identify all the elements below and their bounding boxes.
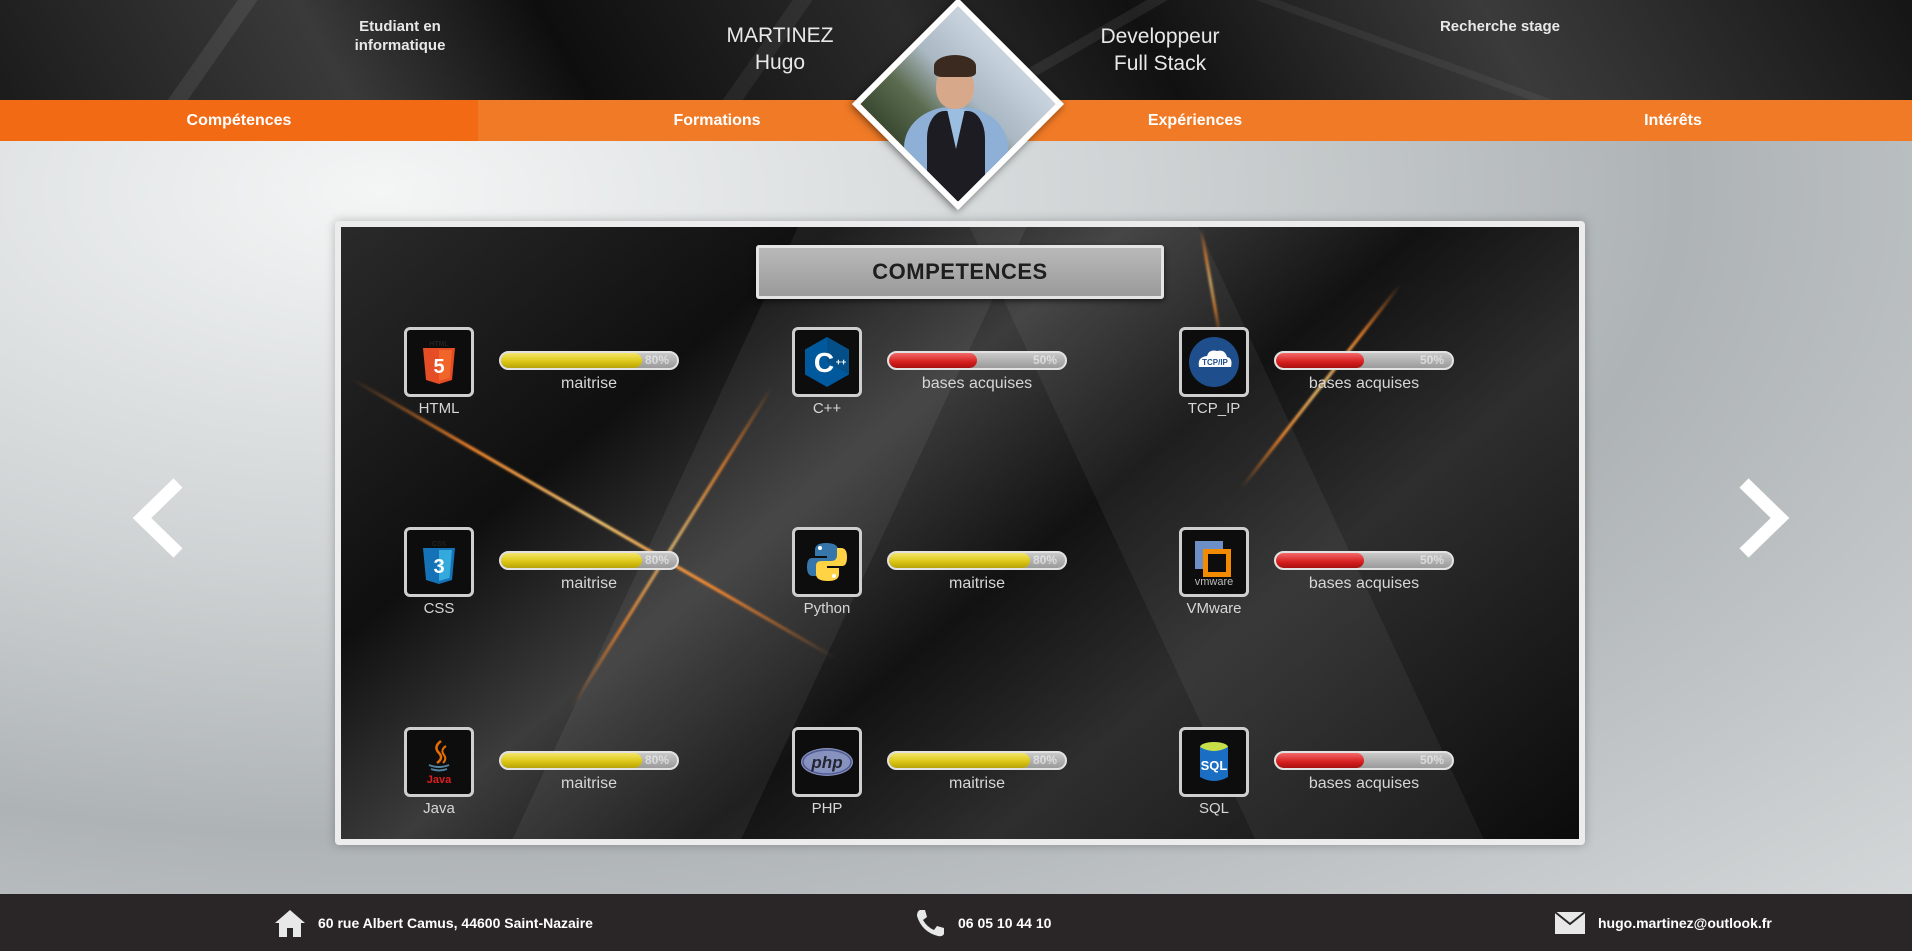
skill-percent: 50% <box>1419 553 1444 567</box>
footer-phone: 06 05 10 44 10 <box>914 908 1051 938</box>
previous-arrow-icon[interactable] <box>130 478 190 558</box>
footer-address: 60 rue Albert Camus, 44600 Saint-Nazaire <box>274 908 593 938</box>
skill-percent: 50% <box>1419 353 1444 367</box>
phone-text[interactable]: 06 05 10 44 10 <box>958 915 1051 931</box>
svg-text:HTML: HTML <box>429 341 449 348</box>
python-icon <box>792 527 862 597</box>
skill-name: TCP_IP <box>1187 400 1241 417</box>
skill-level: bases acquises <box>1308 575 1420 592</box>
skill-level: maitrise <box>560 775 617 792</box>
status-line-1: Etudiant en <box>359 18 441 35</box>
skill-level: maitrise <box>948 775 1005 792</box>
vmware-icon: vmware <box>1179 527 1249 597</box>
html5-icon: HTML 5 <box>404 327 474 397</box>
skills-panel: COMPETENCES HTML 5 HTML 80% maitrise C +… <box>335 221 1585 845</box>
last-name: MARTINEZ <box>726 24 834 47</box>
job-title: Developpeur Full Stack <box>1070 23 1250 77</box>
java-icon: Java <box>404 727 474 797</box>
svg-text:Java: Java <box>427 774 452 786</box>
home-icon <box>274 908 306 938</box>
skill-progress-bar: 50% <box>1274 751 1454 770</box>
skill-cplusplus: C ++ C++ 50% bases acquises <box>792 327 1152 427</box>
skill-sql: SQL SQL 50% bases acquises <box>1179 727 1539 827</box>
phone-icon <box>914 908 946 938</box>
skill-java: Java Java 80% maitrise <box>404 727 764 827</box>
skill-progress-bar: 80% <box>499 751 679 770</box>
address-text: 60 rue Albert Camus, 44600 Saint-Nazaire <box>318 914 593 931</box>
skill-progress-bar: 50% <box>1274 551 1454 570</box>
svg-text:5: 5 <box>433 356 444 378</box>
skill-percent: 80% <box>644 553 669 567</box>
svg-text:++: ++ <box>836 357 847 367</box>
skill-css: CSS 3 CSS 80% maitrise <box>404 527 764 627</box>
skill-name: C++ <box>812 400 842 417</box>
cplusplus-icon: C ++ <box>792 327 862 397</box>
skill-percent: 50% <box>1032 353 1057 367</box>
skill-progress-bar: 80% <box>887 551 1067 570</box>
job-title-line-2: Full Stack <box>1113 52 1207 75</box>
svg-text:TCP/IP: TCP/IP <box>1202 358 1228 367</box>
status-line-2: informatique <box>354 37 446 54</box>
svg-text:3: 3 <box>433 556 444 578</box>
skill-percent: 80% <box>644 753 669 767</box>
skill-level: bases acquises <box>921 375 1033 392</box>
sql-icon: SQL <box>1179 727 1249 797</box>
email-text[interactable]: hugo.martinez@outlook.fr <box>1598 915 1772 931</box>
skill-progress-bar: 80% <box>499 351 679 370</box>
tcpip-icon: TCP/IP <box>1179 327 1249 397</box>
skill-name: Python <box>803 600 851 617</box>
svg-text:SQL: SQL <box>1201 758 1228 773</box>
next-arrow-icon[interactable] <box>1732 478 1792 558</box>
skill-level: maitrise <box>948 575 1005 592</box>
skill-progress-bar: 80% <box>887 751 1067 770</box>
skill-progress-bar: 50% <box>1274 351 1454 370</box>
first-name: Hugo <box>754 51 806 74</box>
skill-progress-bar: 50% <box>887 351 1067 370</box>
php-icon: php <box>792 727 862 797</box>
svg-text:CSS: CSS <box>432 541 447 548</box>
nav-competences[interactable]: Compétences <box>0 100 478 141</box>
person-name: MARTINEZ Hugo <box>700 22 860 76</box>
skill-tcpip: TCP/IP TCP_IP 50% bases acquises <box>1179 327 1539 427</box>
skill-html: HTML 5 HTML 80% maitrise <box>404 327 764 427</box>
skill-level: bases acquises <box>1308 375 1420 392</box>
skill-python: Python 80% maitrise <box>792 527 1152 627</box>
svg-text:php: php <box>810 753 842 772</box>
skill-name: VMware <box>1186 600 1242 617</box>
footer: 60 rue Albert Camus, 44600 Saint-Nazaire… <box>0 894 1912 951</box>
skill-percent: 80% <box>1032 753 1057 767</box>
css3-icon: CSS 3 <box>404 527 474 597</box>
skill-name: HTML <box>418 400 460 417</box>
skill-level: maitrise <box>560 575 617 592</box>
skill-level: bases acquises <box>1308 775 1420 792</box>
skill-percent: 80% <box>1032 553 1057 567</box>
skill-progress-bar: 80% <box>499 551 679 570</box>
skill-name: PHP <box>811 800 843 817</box>
skill-name: SQL <box>1198 800 1229 817</box>
skill-vmware: vmware VMware 50% bases acquises <box>1179 527 1539 627</box>
goal-text: Recherche stage <box>1439 18 1561 35</box>
skill-name: Java <box>423 800 455 817</box>
skill-php: php PHP 80% maitrise <box>792 727 1152 827</box>
skill-percent: 80% <box>644 353 669 367</box>
panel-title: COMPETENCES <box>756 245 1164 299</box>
skill-percent: 50% <box>1419 753 1444 767</box>
skill-name: CSS <box>423 600 455 617</box>
mail-icon <box>1554 910 1586 935</box>
svg-text:vmware: vmware <box>1195 576 1234 588</box>
job-title-line-1: Developpeur <box>1100 25 1220 48</box>
status-text: Etudiant en informatique <box>340 17 460 55</box>
svg-text:C: C <box>814 347 834 378</box>
nav-interets[interactable]: Intérêts <box>1434 100 1912 141</box>
skill-level: maitrise <box>560 375 617 392</box>
footer-email: hugo.martinez@outlook.fr <box>1554 910 1772 935</box>
